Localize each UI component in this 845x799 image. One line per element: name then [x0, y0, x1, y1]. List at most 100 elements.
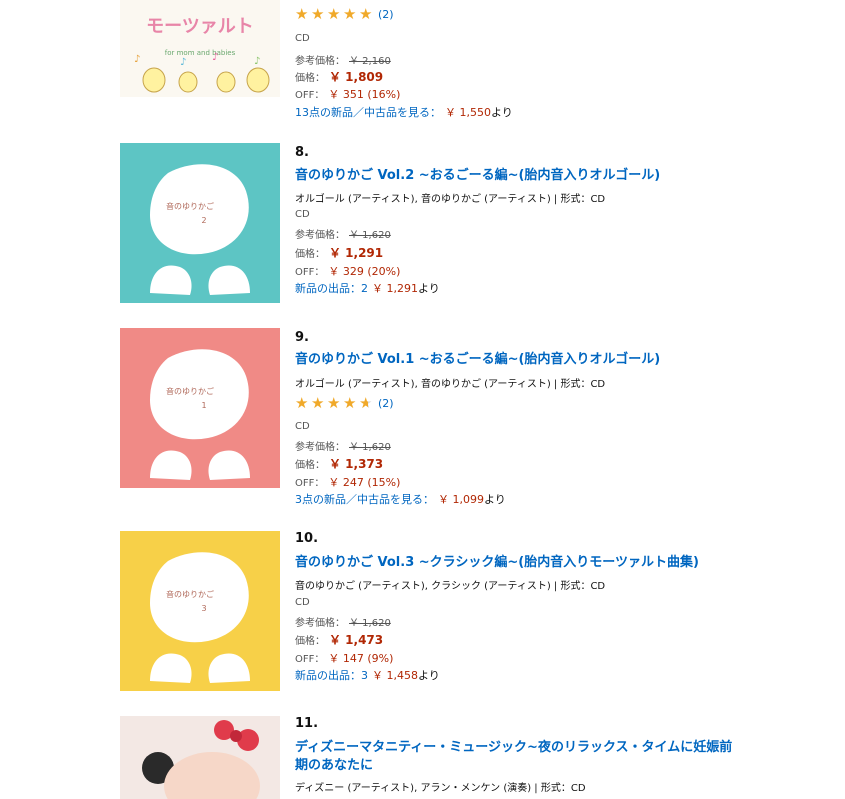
product-title-link[interactable]: 音のゆりかご Vol.2 ~おるごーる編~(胎内音入りオルゴール): [295, 167, 660, 185]
review-count-link[interactable]: (2): [378, 8, 394, 21]
offers-row: 13点の新品／中古品を見る： ￥ 1,550より: [295, 104, 513, 120]
rank-number: 8.: [295, 145, 309, 160]
rating-stars[interactable]: ★ ★ ★ ★ ★ (2): [295, 396, 394, 411]
price-label: 価格：: [295, 460, 325, 471]
product-cover-image[interactable]: 音のゆりかご 2: [120, 143, 280, 303]
offers-suffix: より: [418, 669, 440, 682]
product-cover-image[interactable]: 音のゆりかご 3: [120, 531, 280, 691]
price: ￥ 1,291: [329, 246, 384, 260]
product-title-link[interactable]: ディズニーマタニティー・ミュージック~夜のリラックス・タイムに妊娠前 期のあなた…: [295, 739, 732, 775]
list-price-label: 参考価格：: [295, 618, 345, 629]
price-row: 価格： ￥ 1,291: [295, 244, 383, 261]
cover-number-text: 1: [201, 401, 206, 410]
product-cover-image[interactable]: モーツァルト for mom and babies ♪ ♪ ♪ ♪: [120, 0, 280, 97]
product-cover-image[interactable]: 音のゆりかご 1: [120, 328, 280, 488]
format-label: CD: [295, 421, 310, 432]
list-price: ￥ 2,160: [349, 56, 391, 67]
price-row: 価格： ￥ 1,809: [295, 68, 383, 85]
star-icon: ★: [311, 394, 325, 412]
byline: オルゴール (アーティスト), 音のゆりかご (アーティスト) | 形式：CD: [295, 194, 606, 205]
star-icon: ★: [327, 5, 341, 23]
discount-label: OFF：: [295, 267, 325, 278]
list-price: ￥ 1,620: [349, 442, 391, 453]
discount-value: ￥ 351 (16%): [328, 88, 401, 101]
byline: オルゴール (アーティスト), 音のゆりかご (アーティスト) | 形式：CD: [295, 379, 606, 390]
rank-number: 10.: [295, 531, 319, 546]
discount-value: ￥ 329 (20%): [328, 265, 401, 278]
cover-subtitle-text: for mom and babies: [165, 49, 236, 57]
cover-title-text: 音のゆりかご: [166, 201, 214, 211]
byline: 音のゆりかご (アーティスト), クラシック (アーティスト) | 形式：CD: [295, 581, 606, 592]
discount-row: OFF： ￥ 247 (15%): [295, 474, 400, 490]
cover-art: 音のゆりかご 1: [150, 349, 250, 480]
star-icon: ★: [311, 5, 325, 23]
cover-number-text: 3: [201, 604, 206, 613]
product-title-line-1: ディズニーマタニティー・ミュージック~夜のリラックス・タイムに妊娠前: [295, 740, 733, 755]
rank-number: 9.: [295, 330, 309, 345]
discount-row: OFF： ￥ 351 (16%): [295, 86, 400, 102]
review-count-link[interactable]: (2): [378, 397, 394, 410]
cover-art: モーツァルト for mom and babies ♪ ♪ ♪ ♪: [134, 16, 270, 93]
cover-title-text: 音のゆりかご: [166, 589, 214, 599]
list-price-label: 参考価格：: [295, 230, 345, 241]
offers-row: 新品の出品：3 ￥ 1,458より: [295, 667, 440, 683]
offers-suffix: より: [491, 106, 513, 119]
offers-suffix: より: [484, 493, 506, 506]
half-star-icon: ★: [359, 396, 375, 411]
price: ￥ 1,809: [329, 70, 384, 84]
discount-label: OFF：: [295, 654, 325, 665]
price-label: 価格：: [295, 636, 325, 647]
product-title-link[interactable]: 音のゆりかご Vol.3 ~クラシック編~(胎内音入りモーツァルト曲集): [295, 554, 699, 572]
price-label: 価格：: [295, 249, 325, 260]
offers-price: ￥ 1,099: [438, 493, 484, 506]
offers-suffix: より: [418, 282, 440, 295]
svg-text:♪: ♪: [254, 56, 260, 67]
star-icon: ★: [359, 5, 373, 23]
discount-value: ￥ 147 (9%): [328, 652, 394, 665]
list-price-row: 参考価格： ￥ 1,620: [295, 614, 391, 629]
format-label: CD: [295, 597, 310, 608]
product-title-link[interactable]: 音のゆりかご Vol.1 ~おるごーる編~(胎内音入りオルゴール): [295, 351, 660, 369]
list-price-label: 参考価格：: [295, 56, 345, 67]
svg-text:♪: ♪: [212, 52, 218, 63]
discount-row: OFF： ￥ 147 (9%): [295, 650, 393, 666]
price: ￥ 1,373: [329, 457, 384, 471]
cover-art: [142, 720, 260, 799]
star-icon: ★: [343, 5, 357, 23]
discount-label: OFF：: [295, 478, 325, 489]
price: ￥ 1,473: [329, 633, 384, 647]
rating-stars[interactable]: ★ ★ ★ ★ ★ (2): [295, 7, 394, 22]
list-price-row: 参考価格： ￥ 1,620: [295, 438, 391, 453]
price-row: 価格： ￥ 1,473: [295, 631, 383, 648]
format-label: CD: [295, 33, 310, 44]
rank-number: 11.: [295, 716, 319, 731]
discount-row: OFF： ￥ 329 (20%): [295, 263, 400, 279]
product-title-line-2: 期のあなたに: [295, 758, 374, 773]
product-cover-image[interactable]: [120, 716, 280, 799]
cover-number-text: 2: [201, 216, 206, 225]
star-icon: ★: [343, 394, 357, 412]
offers-link[interactable]: 13点の新品／中古品を見る：: [295, 106, 441, 119]
discount-value: ￥ 247 (15%): [328, 476, 401, 489]
svg-text:♪: ♪: [134, 54, 140, 65]
offers-price: ￥ 1,291: [372, 282, 418, 295]
list-price-row: 参考価格： ￥ 2,160: [295, 52, 391, 67]
offers-row: 新品の出品：2 ￥ 1,291より: [295, 280, 440, 296]
format-label: CD: [295, 209, 310, 220]
offers-link[interactable]: 新品の出品：3: [295, 669, 368, 682]
byline: ディズニー (アーティスト), アラン・メンケン (演奏) | 形式：CD: [295, 783, 586, 794]
cover-art: 音のゆりかご 3: [150, 552, 250, 683]
list-price-row: 参考価格： ￥ 1,620: [295, 226, 391, 241]
star-icon: ★: [295, 5, 309, 23]
cover-art: 音のゆりかご 2: [150, 164, 250, 295]
list-price-label: 参考価格：: [295, 442, 345, 453]
price-row: 価格： ￥ 1,373: [295, 455, 383, 472]
offers-row: 3点の新品／中古品を見る： ￥ 1,099より: [295, 491, 506, 507]
cover-title-text: モーツァルト: [146, 16, 254, 37]
offers-link[interactable]: 3点の新品／中古品を見る：: [295, 493, 434, 506]
cover-title-text: 音のゆりかご: [166, 386, 214, 396]
star-icon: ★: [295, 394, 309, 412]
price-label: 価格：: [295, 73, 325, 84]
offers-link[interactable]: 新品の出品：2: [295, 282, 368, 295]
discount-label: OFF：: [295, 90, 325, 101]
